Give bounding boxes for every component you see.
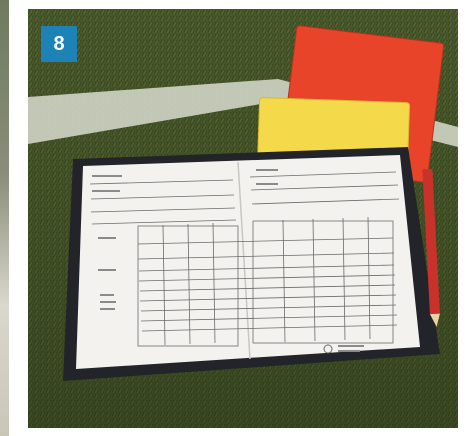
referee-notebook	[63, 147, 440, 381]
photo-frame: 8	[0, 0, 467, 436]
figure-number-badge: 8	[41, 26, 77, 62]
referee-notebook-photo	[28, 9, 458, 428]
adjacent-photo-edge	[0, 0, 9, 436]
